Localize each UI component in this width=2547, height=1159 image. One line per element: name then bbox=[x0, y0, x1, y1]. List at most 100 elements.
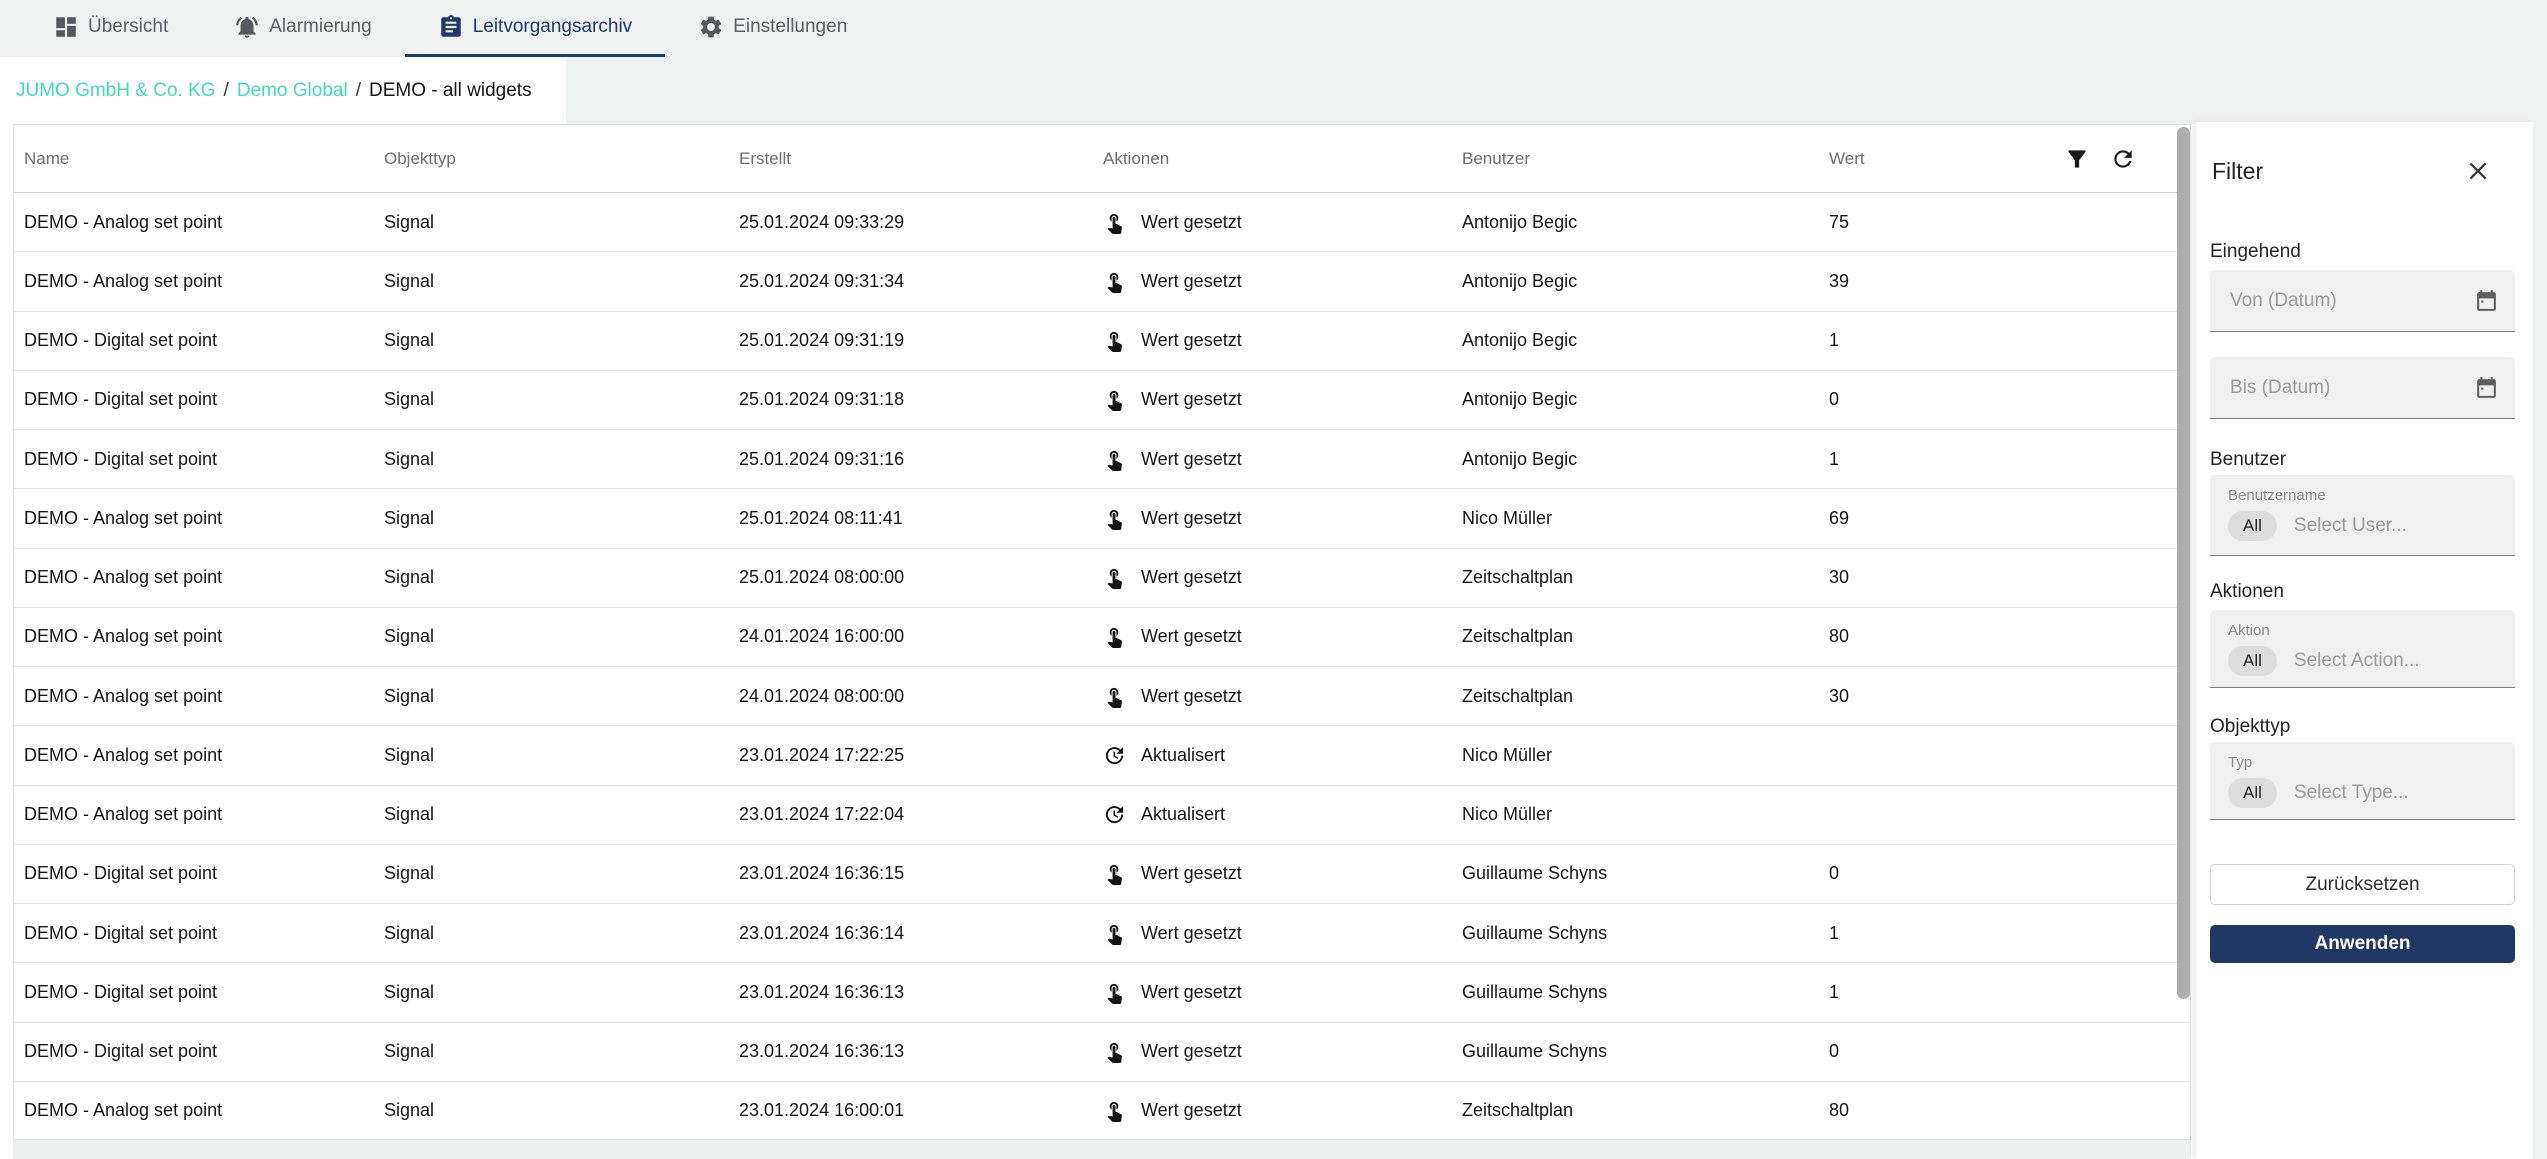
table-row[interactable]: DEMO - Analog set point Signal 24.01.202… bbox=[14, 667, 2190, 726]
cell-created: 23.01.2024 16:00:01 bbox=[739, 1100, 1103, 1121]
calendar-icon[interactable] bbox=[2474, 288, 2499, 313]
column-header-created: Erstellt bbox=[739, 149, 1103, 169]
table-row[interactable]: DEMO - Analog set point Signal 23.01.202… bbox=[14, 1082, 2190, 1140]
app-window: Übersicht Alarmierung Leitvorgangsarchiv… bbox=[0, 0, 2547, 1159]
cell-created: 23.01.2024 16:36:13 bbox=[739, 982, 1103, 1003]
table-body: DEMO - Analog set point Signal 25.01.202… bbox=[14, 193, 2190, 1140]
table-row[interactable]: DEMO - Digital set point Signal 23.01.20… bbox=[14, 963, 2190, 1022]
cell-user: Antonijo Begic bbox=[1462, 271, 1829, 292]
type-all-chip[interactable]: All bbox=[2228, 778, 2277, 808]
cell-created: 23.01.2024 16:36:13 bbox=[739, 1041, 1103, 1062]
cell-created: 24.01.2024 16:00:00 bbox=[739, 626, 1103, 647]
cell-user: Zeitschaltplan bbox=[1462, 686, 1829, 707]
table-row[interactable]: DEMO - Digital set point Signal 25.01.20… bbox=[14, 371, 2190, 430]
breadcrumb-current: DEMO - all widgets bbox=[369, 80, 532, 102]
cell-action: Wert gesetzt bbox=[1103, 862, 1462, 885]
cell-created: 23.01.2024 16:36:14 bbox=[739, 923, 1103, 944]
touch-action-icon bbox=[1103, 270, 1126, 293]
cell-value: 1 bbox=[1829, 330, 2190, 351]
cell-object-type: Signal bbox=[384, 508, 739, 529]
cell-action-label: Wert gesetzt bbox=[1141, 982, 1242, 1003]
user-all-chip[interactable]: All bbox=[2228, 511, 2277, 541]
cell-action-label: Aktualisert bbox=[1141, 745, 1225, 766]
cell-action-label: Wert gesetzt bbox=[1141, 212, 1242, 233]
date-from-field[interactable] bbox=[2210, 270, 2515, 332]
breadcrumb-link-company[interactable]: JUMO GmbH & Co. KG bbox=[16, 80, 216, 102]
cell-action: Wert gesetzt bbox=[1103, 685, 1462, 708]
cell-value: 0 bbox=[1829, 863, 2190, 884]
column-header-type: Objekttyp bbox=[384, 149, 739, 169]
cell-user: Antonijo Begic bbox=[1462, 212, 1829, 233]
cell-value: 80 bbox=[1829, 626, 2190, 647]
touch-action-icon bbox=[1103, 1099, 1126, 1122]
cell-object-type: Signal bbox=[384, 1041, 739, 1062]
filter-section-user-label: Benutzer bbox=[2210, 449, 2286, 471]
cell-action-label: Wert gesetzt bbox=[1141, 271, 1242, 292]
table-row[interactable]: DEMO - Analog set point Signal 24.01.202… bbox=[14, 608, 2190, 667]
tab-einstellungen[interactable]: Einstellungen bbox=[665, 0, 880, 57]
tab-uebersicht[interactable]: Übersicht bbox=[20, 0, 201, 57]
calendar-icon[interactable] bbox=[2474, 375, 2499, 400]
cell-action: Aktualisert bbox=[1103, 803, 1462, 826]
table-row[interactable]: DEMO - Analog set point Signal 25.01.202… bbox=[14, 549, 2190, 608]
touch-action-icon bbox=[1103, 507, 1126, 530]
cell-name: DEMO - Analog set point bbox=[24, 626, 384, 647]
cell-name: DEMO - Analog set point bbox=[24, 1100, 384, 1121]
date-to-input[interactable] bbox=[2228, 376, 2474, 400]
cell-user: Nico Müller bbox=[1462, 508, 1829, 529]
type-select-field[interactable]: Typ All Select Type... bbox=[2210, 742, 2515, 820]
cell-object-type: Signal bbox=[384, 745, 739, 766]
date-from-input[interactable] bbox=[2228, 289, 2474, 313]
cell-value: 75 bbox=[1829, 212, 2190, 233]
date-to-field[interactable] bbox=[2210, 357, 2515, 419]
cell-created: 25.01.2024 09:31:19 bbox=[739, 330, 1103, 351]
main-tabs: Übersicht Alarmierung Leitvorgangsarchiv… bbox=[20, 0, 880, 57]
table-row[interactable]: DEMO - Digital set point Signal 23.01.20… bbox=[14, 904, 2190, 963]
refresh-icon[interactable] bbox=[2110, 146, 2136, 172]
clipboard-icon bbox=[438, 14, 464, 40]
horizontal-scrollbar-track[interactable] bbox=[13, 1140, 2191, 1159]
cell-action-label: Wert gesetzt bbox=[1141, 863, 1242, 884]
table-row[interactable]: DEMO - Digital set point Signal 23.01.20… bbox=[14, 1023, 2190, 1082]
cell-action-label: Aktualisert bbox=[1141, 804, 1225, 825]
close-icon[interactable] bbox=[2465, 158, 2491, 184]
table-row[interactable]: DEMO - Digital set point Signal 25.01.20… bbox=[14, 430, 2190, 489]
table-row[interactable]: DEMO - Analog set point Signal 25.01.202… bbox=[14, 252, 2190, 311]
reset-button[interactable]: Zurücksetzen bbox=[2210, 864, 2515, 905]
cell-created: 25.01.2024 09:33:29 bbox=[739, 212, 1103, 233]
breadcrumb-link-group[interactable]: Demo Global bbox=[237, 80, 348, 102]
cell-value: 1 bbox=[1829, 923, 2190, 944]
touch-action-icon bbox=[1103, 981, 1126, 1004]
type-field-label: Typ bbox=[2228, 754, 2499, 771]
action-all-chip[interactable]: All bbox=[2228, 646, 2277, 676]
table-row[interactable]: DEMO - Analog set point Signal 23.01.202… bbox=[14, 786, 2190, 845]
action-select-field[interactable]: Aktion All Select Action... bbox=[2210, 610, 2515, 688]
table-row[interactable]: DEMO - Analog set point Signal 23.01.202… bbox=[14, 726, 2190, 785]
tab-label: Einstellungen bbox=[733, 16, 847, 38]
cell-action-label: Wert gesetzt bbox=[1141, 330, 1242, 351]
table-scrollbar-thumb[interactable] bbox=[2177, 127, 2190, 999]
tab-label: Leitvorgangsarchiv bbox=[473, 16, 632, 38]
bell-icon bbox=[234, 14, 260, 40]
filter-icon[interactable] bbox=[2064, 146, 2090, 172]
cell-user: Zeitschaltplan bbox=[1462, 1100, 1829, 1121]
table-row[interactable]: DEMO - Digital set point Signal 23.01.20… bbox=[14, 845, 2190, 904]
window-scrollbar-track[interactable] bbox=[2533, 122, 2547, 1159]
table-row[interactable]: DEMO - Digital set point Signal 25.01.20… bbox=[14, 312, 2190, 371]
cell-action: Wert gesetzt bbox=[1103, 1040, 1462, 1063]
cell-user: Antonijo Begic bbox=[1462, 449, 1829, 470]
cell-name: DEMO - Analog set point bbox=[24, 567, 384, 588]
breadcrumb-separator: / bbox=[224, 80, 229, 102]
tab-alarmierung[interactable]: Alarmierung bbox=[201, 0, 404, 57]
tab-leitvorgangsarchiv[interactable]: Leitvorgangsarchiv bbox=[405, 0, 665, 57]
user-select-field[interactable]: Benutzername All Select User... bbox=[2210, 475, 2515, 556]
breadcrumb: JUMO GmbH & Co. KG / Demo Global / DEMO … bbox=[0, 57, 566, 124]
cell-action: Wert gesetzt bbox=[1103, 981, 1462, 1004]
cell-action-label: Wert gesetzt bbox=[1141, 449, 1242, 470]
cell-name: DEMO - Digital set point bbox=[24, 863, 384, 884]
table-row[interactable]: DEMO - Analog set point Signal 25.01.202… bbox=[14, 489, 2190, 548]
apply-button[interactable]: Anwenden bbox=[2210, 925, 2515, 963]
touch-action-icon bbox=[1103, 862, 1126, 885]
table-row[interactable]: DEMO - Analog set point Signal 25.01.202… bbox=[14, 193, 2190, 252]
filter-section-incoming-label: Eingehend bbox=[2210, 241, 2301, 263]
